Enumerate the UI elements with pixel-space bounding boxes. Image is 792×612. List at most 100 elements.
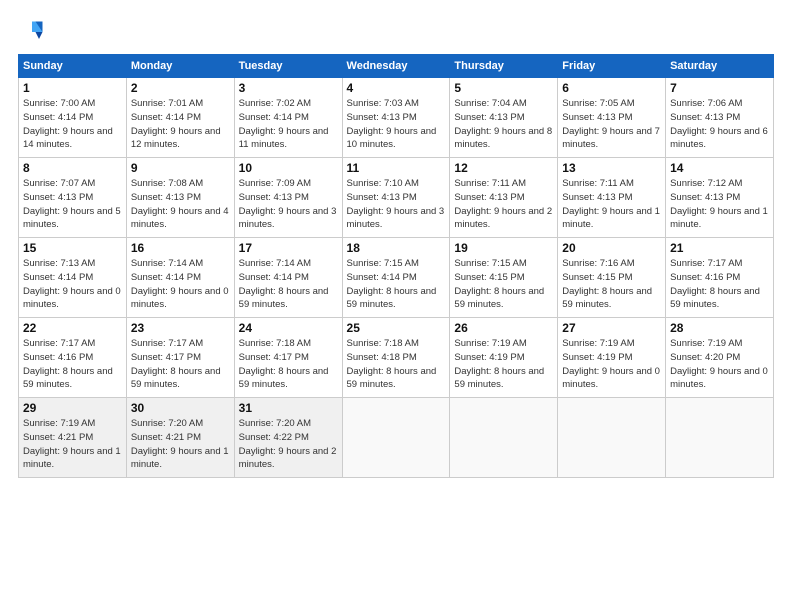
- day-number: 7: [670, 81, 769, 95]
- table-row: 20Sunrise: 7:16 AM Sunset: 4:15 PM Dayli…: [558, 238, 666, 318]
- col-thursday: Thursday: [450, 55, 558, 78]
- day-number: 5: [454, 81, 553, 95]
- day-info: Sunrise: 7:15 AM Sunset: 4:15 PM Dayligh…: [454, 257, 553, 312]
- day-info: Sunrise: 7:11 AM Sunset: 4:13 PM Dayligh…: [562, 177, 661, 232]
- day-number: 15: [23, 241, 122, 255]
- day-info: Sunrise: 7:01 AM Sunset: 4:14 PM Dayligh…: [131, 97, 230, 152]
- day-info: Sunrise: 7:15 AM Sunset: 4:14 PM Dayligh…: [347, 257, 446, 312]
- page-header: [18, 18, 774, 46]
- table-row: 25 Sunrise: 7:18 AM Sunset: 4:18 PM Dayli…: [342, 318, 450, 398]
- table-row: 30Sunrise: 7:20 AM Sunset: 4:21 PM Dayli…: [126, 398, 234, 478]
- day-info: Sunrise: 7:11 AM Sunset: 4:13 PM Dayligh…: [454, 177, 553, 232]
- table-row: 9 Sunrise: 7:08 AM Sunset: 4:13 PM Daylig…: [126, 158, 234, 238]
- day-info: Sunrise: 7:08 AM Sunset: 4:13 PM Dayligh…: [131, 177, 230, 232]
- day-info: Sunrise: 7:20 AM Sunset: 4:22 PM Dayligh…: [239, 417, 338, 472]
- day-info: Sunrise: 7:10 AM Sunset: 4:13 PM Dayligh…: [347, 177, 446, 232]
- day-number: 17: [239, 241, 338, 255]
- day-info: Sunrise: 7:13 AM Sunset: 4:14 PM Dayligh…: [23, 257, 122, 312]
- table-row: [666, 398, 774, 478]
- day-info: Sunrise: 7:19 AM Sunset: 4:19 PM Dayligh…: [454, 337, 553, 392]
- logo-icon: [18, 18, 46, 46]
- col-friday: Friday: [558, 55, 666, 78]
- table-row: 23 Sunrise: 7:17 AM Sunset: 4:17 PM Dayli…: [126, 318, 234, 398]
- calendar-week-row: 8Sunrise: 7:07 AM Sunset: 4:13 PM Daylig…: [19, 158, 774, 238]
- table-row: 14 Sunrise: 7:12 AM Sunset: 4:13 PM Dayli…: [666, 158, 774, 238]
- day-number: 1: [23, 81, 122, 95]
- day-info: Sunrise: 7:14 AM Sunset: 4:14 PM Dayligh…: [131, 257, 230, 312]
- table-row: 16 Sunrise: 7:14 AM Sunset: 4:14 PM Dayli…: [126, 238, 234, 318]
- table-row: 12 Sunrise: 7:11 AM Sunset: 4:13 PM Dayli…: [450, 158, 558, 238]
- day-info: Sunrise: 7:04 AM Sunset: 4:13 PM Dayligh…: [454, 97, 553, 152]
- day-info: Sunrise: 7:07 AM Sunset: 4:13 PM Dayligh…: [23, 177, 122, 232]
- day-number: 13: [562, 161, 661, 175]
- table-row: 5 Sunrise: 7:04 AM Sunset: 4:13 PM Daylig…: [450, 78, 558, 158]
- day-number: 27: [562, 321, 661, 335]
- calendar-week-row: 29Sunrise: 7:19 AM Sunset: 4:21 PM Dayli…: [19, 398, 774, 478]
- table-row: 18 Sunrise: 7:15 AM Sunset: 4:14 PM Dayli…: [342, 238, 450, 318]
- day-info: Sunrise: 7:16 AM Sunset: 4:15 PM Dayligh…: [562, 257, 661, 312]
- day-info: Sunrise: 7:17 AM Sunset: 4:17 PM Dayligh…: [131, 337, 230, 392]
- table-row: 22Sunrise: 7:17 AM Sunset: 4:16 PM Dayli…: [19, 318, 127, 398]
- table-row: 2Sunrise: 7:01 AM Sunset: 4:14 PM Daylig…: [126, 78, 234, 158]
- table-row: 6Sunrise: 7:05 AM Sunset: 4:13 PM Daylig…: [558, 78, 666, 158]
- day-number: 24: [239, 321, 338, 335]
- table-row: 29Sunrise: 7:19 AM Sunset: 4:21 PM Dayli…: [19, 398, 127, 478]
- day-info: Sunrise: 7:19 AM Sunset: 4:21 PM Dayligh…: [23, 417, 122, 472]
- day-number: 19: [454, 241, 553, 255]
- logo: [18, 18, 50, 46]
- table-row: 7 Sunrise: 7:06 AM Sunset: 4:13 PM Daylig…: [666, 78, 774, 158]
- day-info: Sunrise: 7:05 AM Sunset: 4:13 PM Dayligh…: [562, 97, 661, 152]
- day-number: 28: [670, 321, 769, 335]
- table-row: 10Sunrise: 7:09 AM Sunset: 4:13 PM Dayli…: [234, 158, 342, 238]
- day-info: Sunrise: 7:09 AM Sunset: 4:13 PM Dayligh…: [239, 177, 338, 232]
- day-number: 31: [239, 401, 338, 415]
- calendar-week-row: 15 Sunrise: 7:13 AM Sunset: 4:14 PM Dayli…: [19, 238, 774, 318]
- day-info: Sunrise: 7:17 AM Sunset: 4:16 PM Dayligh…: [23, 337, 122, 392]
- day-info: Sunrise: 7:00 AM Sunset: 4:14 PM Dayligh…: [23, 97, 122, 152]
- day-info: Sunrise: 7:18 AM Sunset: 4:18 PM Dayligh…: [347, 337, 446, 392]
- day-info: Sunrise: 7:19 AM Sunset: 4:20 PM Dayligh…: [670, 337, 769, 392]
- day-info: Sunrise: 7:19 AM Sunset: 4:19 PM Dayligh…: [562, 337, 661, 392]
- day-number: 30: [131, 401, 230, 415]
- table-row: 4 Sunrise: 7:03 AM Sunset: 4:13 PM Daylig…: [342, 78, 450, 158]
- day-number: 26: [454, 321, 553, 335]
- day-number: 9: [131, 161, 230, 175]
- table-row: 24 Sunrise: 7:18 AM Sunset: 4:17 PM Dayli…: [234, 318, 342, 398]
- day-number: 25: [347, 321, 446, 335]
- table-row: 21Sunrise: 7:17 AM Sunset: 4:16 PM Dayli…: [666, 238, 774, 318]
- table-row: 15 Sunrise: 7:13 AM Sunset: 4:14 PM Dayli…: [19, 238, 127, 318]
- day-info: Sunrise: 7:12 AM Sunset: 4:13 PM Dayligh…: [670, 177, 769, 232]
- day-number: 23: [131, 321, 230, 335]
- table-row: 8Sunrise: 7:07 AM Sunset: 4:13 PM Daylig…: [19, 158, 127, 238]
- day-info: Sunrise: 7:02 AM Sunset: 4:14 PM Dayligh…: [239, 97, 338, 152]
- calendar-table: Sunday Monday Tuesday Wednesday Thursday…: [18, 54, 774, 478]
- table-row: 19 Sunrise: 7:15 AM Sunset: 4:15 PM Dayli…: [450, 238, 558, 318]
- col-monday: Monday: [126, 55, 234, 78]
- day-number: 18: [347, 241, 446, 255]
- day-info: Sunrise: 7:03 AM Sunset: 4:13 PM Dayligh…: [347, 97, 446, 152]
- day-number: 12: [454, 161, 553, 175]
- table-row: 11Sunrise: 7:10 AM Sunset: 4:13 PM Dayli…: [342, 158, 450, 238]
- table-row: 28 Sunrise: 7:19 AM Sunset: 4:20 PM Dayli…: [666, 318, 774, 398]
- day-info: Sunrise: 7:18 AM Sunset: 4:17 PM Dayligh…: [239, 337, 338, 392]
- day-number: 14: [670, 161, 769, 175]
- col-sunday: Sunday: [19, 55, 127, 78]
- table-row: 17 Sunrise: 7:14 AM Sunset: 4:14 PM Dayli…: [234, 238, 342, 318]
- table-row: [342, 398, 450, 478]
- table-row: [558, 398, 666, 478]
- col-wednesday: Wednesday: [342, 55, 450, 78]
- table-row: 3 Sunrise: 7:02 AM Sunset: 4:14 PM Daylig…: [234, 78, 342, 158]
- calendar-week-row: 22Sunrise: 7:17 AM Sunset: 4:16 PM Dayli…: [19, 318, 774, 398]
- day-info: Sunrise: 7:14 AM Sunset: 4:14 PM Dayligh…: [239, 257, 338, 312]
- table-row: 26 Sunrise: 7:19 AM Sunset: 4:19 PM Dayli…: [450, 318, 558, 398]
- day-number: 3: [239, 81, 338, 95]
- col-saturday: Saturday: [666, 55, 774, 78]
- calendar-week-row: 1 Sunrise: 7:00 AM Sunset: 4:14 PM Daylig…: [19, 78, 774, 158]
- table-row: 27 Sunrise: 7:19 AM Sunset: 4:19 PM Dayli…: [558, 318, 666, 398]
- day-number: 21: [670, 241, 769, 255]
- day-number: 16: [131, 241, 230, 255]
- day-info: Sunrise: 7:06 AM Sunset: 4:13 PM Dayligh…: [670, 97, 769, 152]
- day-number: 4: [347, 81, 446, 95]
- calendar-header-row: Sunday Monday Tuesday Wednesday Thursday…: [19, 55, 774, 78]
- col-tuesday: Tuesday: [234, 55, 342, 78]
